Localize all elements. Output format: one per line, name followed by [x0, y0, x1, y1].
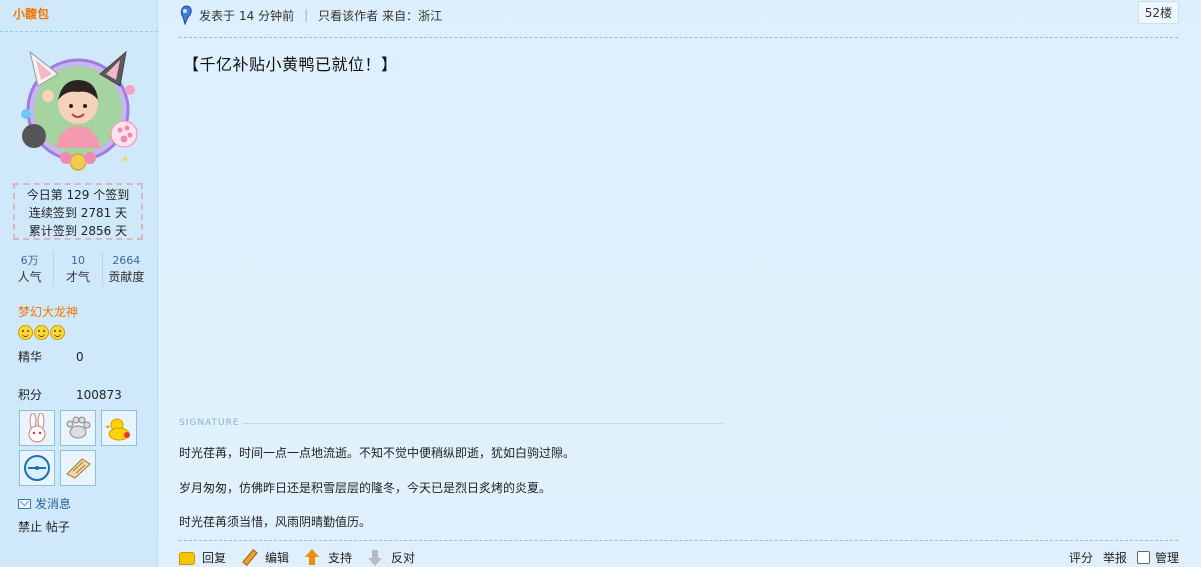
ban-posts-link[interactable]: 帖子: [46, 520, 70, 534]
avatar[interactable]: [12, 40, 144, 172]
header-divider: |: [304, 8, 309, 22]
clock-medal-icon[interactable]: [19, 450, 55, 486]
manage-control[interactable]: 管理: [1136, 549, 1179, 566]
user-rank[interactable]: 梦幻大龙神: [18, 303, 78, 320]
signature-divider: [243, 422, 724, 424]
points-label: 积分: [18, 388, 43, 402]
only-author-link[interactable]: 只看该作者: [318, 7, 378, 24]
smiley-icon: [34, 325, 49, 340]
smiley-icon: [18, 325, 33, 340]
signature-line: 时光荏苒须当惜，风雨阴晴勤值历。: [179, 515, 372, 529]
sidebar-divider: [0, 31, 158, 32]
support-button[interactable]: 支持: [304, 549, 352, 566]
checkin-total: 累计签到 2856 天: [28, 224, 128, 238]
paw-medal-icon[interactable]: [60, 410, 96, 446]
online-status-icon: [180, 5, 192, 25]
stat-contribution[interactable]: 2664 贡献度: [101, 252, 150, 286]
reply-icon: [179, 552, 195, 565]
smiley-icon: [50, 325, 65, 340]
ban-user-link[interactable]: 禁止: [18, 520, 42, 534]
edit-button[interactable]: 编辑: [241, 549, 289, 566]
stat-talent[interactable]: 10 才气: [53, 252, 101, 286]
signature-label: SIGNATURE: [179, 418, 724, 428]
moderation-links: 禁止 帖子: [18, 518, 70, 535]
pencil-icon: [241, 549, 258, 566]
essence-value: 0: [76, 350, 84, 364]
author-sidebar: 小馥包 今日第 129 个签到 连续签到 2781 天 累计签到 2856 天 …: [0, 0, 158, 567]
rate-link[interactable]: 评分: [1069, 549, 1093, 566]
send-message-link[interactable]: 发消息: [18, 495, 71, 512]
checkin-summary: 今日第 129 个签到 连续签到 2781 天 累计签到 2856 天: [13, 183, 143, 240]
manage-checkbox[interactable]: [1136, 551, 1150, 564]
rabbit-medal-icon[interactable]: [19, 410, 55, 446]
points-value: 100873: [76, 388, 122, 402]
posted-prefix: 发表于: [199, 8, 236, 23]
post-admin-actions: 评分 举报 管理: [1069, 549, 1179, 566]
user-stats: 6万 人气 10 才气 2664 贡献度: [6, 252, 150, 286]
signature-line: 时光荏苒，时间一点一点地流逝。不知不觉中便稍纵即逝，犹如白驹过隙。: [179, 446, 576, 460]
essence-row: 精华 0: [18, 348, 84, 365]
posted-time: 14 分钟前: [239, 8, 295, 23]
reply-button[interactable]: 回复: [179, 549, 226, 566]
arrow-down-icon: [367, 549, 384, 566]
stat-popularity[interactable]: 6万 人气: [6, 252, 53, 286]
post-text: 【千亿补贴小黄鸭已就位！】: [183, 55, 398, 74]
post-actions: 回复 编辑 支持 反对: [179, 549, 430, 566]
checkin-today: 今日第 129 个签到: [26, 188, 130, 202]
report-link[interactable]: 举报: [1103, 549, 1127, 566]
mail-icon: [18, 498, 31, 509]
header-divider-line: [179, 37, 1178, 38]
post-origin: 来自：浙江: [382, 8, 443, 23]
rank-stars: [18, 325, 65, 340]
duck-medal-icon[interactable]: [101, 410, 137, 446]
footer-divider: [179, 540, 1178, 541]
points-row: 积分 100873: [18, 386, 122, 403]
oppose-button[interactable]: 反对: [367, 549, 415, 566]
post-header: 发表于 14 分钟前 | 只看该作者 来自：浙江: [179, 4, 442, 26]
floor-number[interactable]: 52楼: [1137, 1, 1179, 24]
signature-line: 岁月匆匆，仿佛昨日还是积雪层层的隆冬，今天已是烈日炙烤的炎夏。: [179, 481, 552, 495]
post-body: 发表于 14 分钟前 | 只看该作者 来自：浙江 52楼 【千亿补贴小黄鸭已就位…: [159, 0, 1201, 567]
essence-label: 精华: [18, 350, 43, 364]
checkin-streak: 连续签到 2781 天: [28, 206, 128, 220]
scroll-medal-icon[interactable]: [60, 450, 96, 486]
author-name[interactable]: 小馥包: [13, 5, 49, 22]
arrow-up-icon: [304, 549, 321, 566]
